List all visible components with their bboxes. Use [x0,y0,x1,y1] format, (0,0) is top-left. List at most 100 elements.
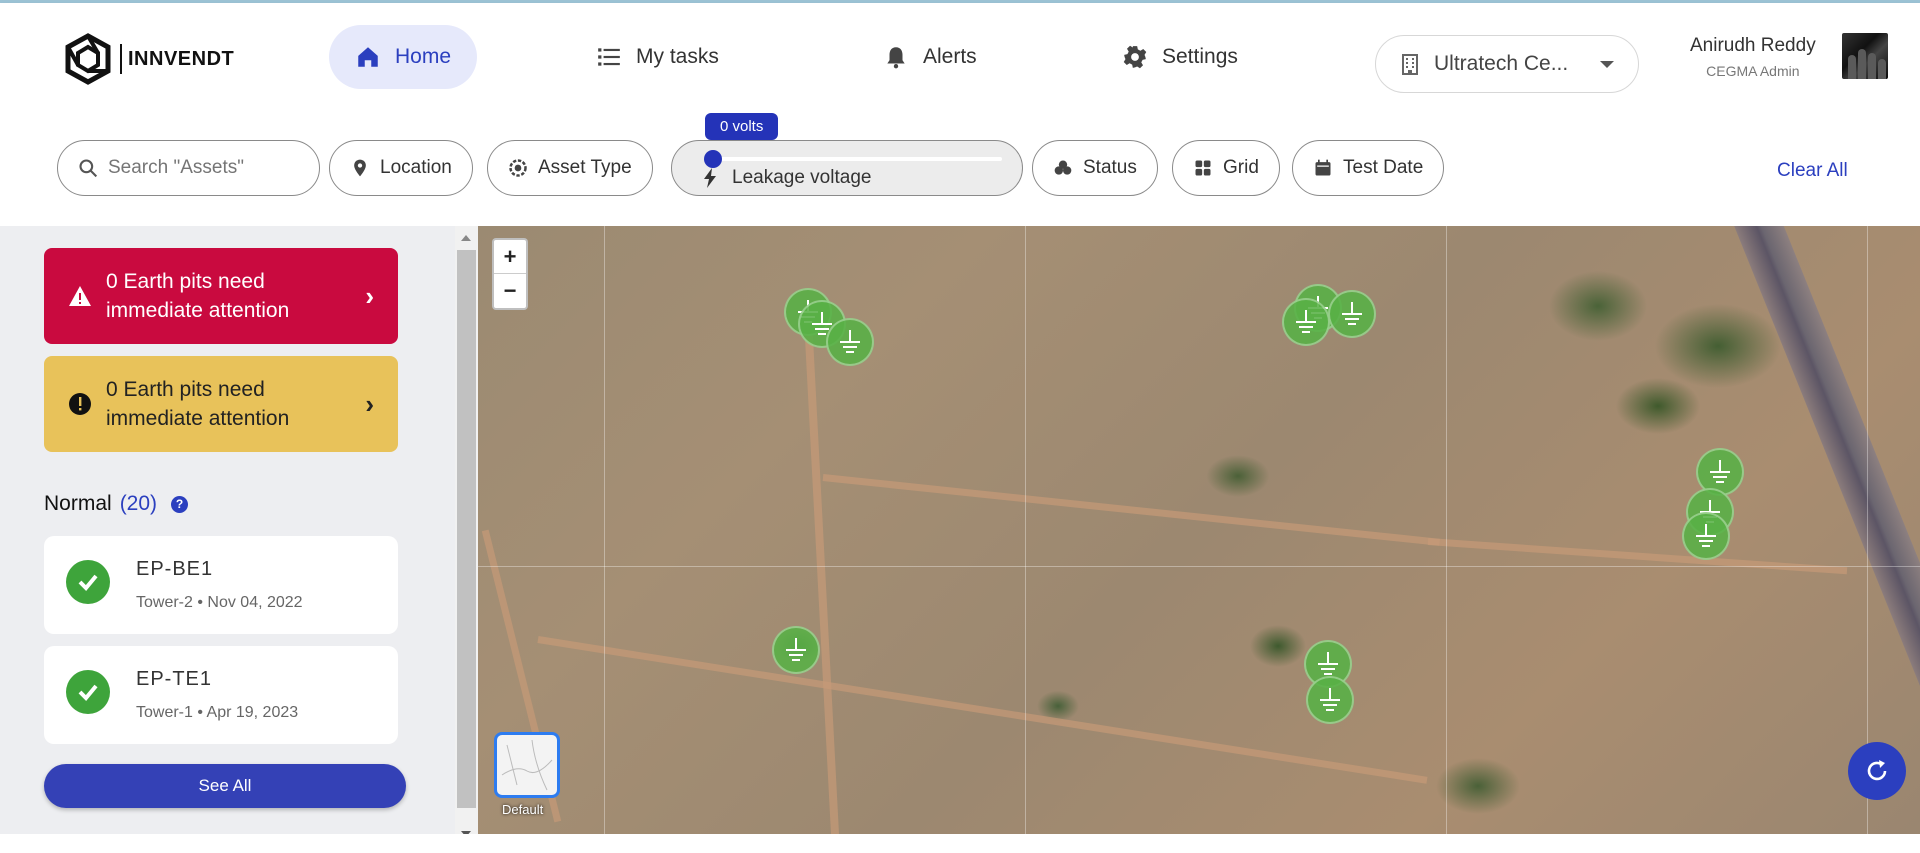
earth-ground-icon [1696,524,1716,547]
check-circle-icon [66,670,110,714]
home-icon [358,47,378,67]
critical-alert-card[interactable]: 0 Earth pits need immediate attention › [44,248,398,344]
warning-alert-card[interactable]: 0 Earth pits need immediate attention › [44,356,398,452]
organization-select-value: Ultratech Ce... [1434,52,1569,75]
zoom-out-button[interactable]: − [494,274,526,308]
search-icon [79,159,98,178]
asset-type-filter-label: Asset Type [538,157,632,178]
asset-type-icon [509,159,527,177]
slider-track[interactable] [712,157,1002,161]
pit-meta: Tower-1 • Apr 19, 2023 [136,704,299,721]
logo-mark-icon [65,33,111,85]
earth-ground-icon [786,638,806,661]
logo-divider [120,44,122,74]
map-layer-label: Default [502,802,544,817]
asset-type-filter[interactable]: Asset Type [487,140,653,196]
building-icon [1402,54,1418,75]
earth-ground-icon [1710,460,1730,483]
help-icon[interactable]: ? [171,495,189,513]
earth-pit-marker[interactable] [1328,290,1376,338]
map-thumbnail-icon [501,739,553,791]
lightning-icon [704,168,716,188]
slider-value-tooltip: 0 volts [705,113,779,140]
bell-icon [887,47,905,69]
slider-label: Leakage voltage [702,167,871,189]
list-icon [598,48,620,66]
bottom-strip [0,834,1920,853]
map-layer-switcher[interactable] [494,732,560,798]
list-item[interactable]: EP-BE1 Tower-2 • Nov 04, 2022 [44,536,398,634]
earth-ground-icon [1320,688,1340,711]
nav-alerts[interactable]: Alerts [857,25,1003,89]
grid-filter-label: Grid [1223,157,1259,178]
pit-id: EP-BE1 [136,558,214,580]
status-filter[interactable]: Status [1032,140,1158,196]
pit-id: EP-TE1 [136,668,213,690]
zoom-control: + − [492,238,528,310]
nav-settings-label: Settings [1162,45,1238,68]
satellite-map[interactable]: + − Default [478,226,1920,834]
scrollbar-thumb[interactable] [457,250,476,808]
clear-all-link[interactable]: Clear All [1777,160,1848,182]
zoom-in-button[interactable]: + [494,240,526,274]
user-info[interactable]: Anirudh Reddy CEGMA Admin [1690,35,1816,79]
earth-pit-marker[interactable] [1682,512,1730,560]
sidebar-scrollbar[interactable] [455,226,478,853]
status-filter-label: Status [1083,157,1137,178]
chevron-right-icon: › [365,280,374,311]
avatar[interactable] [1842,33,1888,79]
location-filter-label: Location [380,157,452,178]
organization-select[interactable]: Ultratech Ce... [1375,35,1639,93]
earth-pit-marker[interactable] [772,626,820,674]
see-all-button[interactable]: See All [44,764,406,808]
earth-ground-icon [840,330,860,353]
scroll-up-arrow-icon[interactable] [461,235,471,241]
map-road [537,636,1428,784]
earth-pit-marker[interactable] [1306,676,1354,724]
chevron-down-icon [1600,60,1614,68]
pit-meta: Tower-2 • Nov 04, 2022 [136,594,303,611]
nav-home[interactable]: Home [329,25,478,89]
map-road [804,336,840,834]
map-road [1427,538,1848,575]
user-name: Anirudh Reddy [1690,35,1816,56]
grid-filter[interactable]: Grid [1172,140,1280,196]
status-icon [1054,160,1072,175]
check-circle-icon [66,560,110,604]
app-header: INNVENDT Home My tasks Alerts Settings U… [0,3,1920,112]
search-input[interactable] [108,157,298,179]
chevron-right-icon: › [365,388,374,419]
location-filter[interactable]: Location [329,140,473,196]
nav-settings[interactable]: Settings [1096,25,1264,89]
grid-icon [1195,160,1211,176]
normal-label: Normal [44,492,112,515]
leakage-voltage-slider[interactable]: 0 volts Leakage voltage [671,113,1023,196]
earth-pit-marker[interactable] [1282,298,1330,346]
normal-section-header: Normal (20) ? [44,492,189,516]
warning-triangle-icon [69,286,91,306]
slider-label-text: Leakage voltage [732,167,872,188]
normal-count: (20) [119,492,158,515]
map-road [822,474,1440,546]
test-date-filter-label: Test Date [1343,157,1424,178]
filter-bar: Location Asset Type 0 volts Leakage volt… [0,112,1920,226]
brand-logo[interactable]: INNVENDT [62,33,234,85]
refresh-icon [1867,760,1887,781]
exclamation-circle-icon [69,393,91,415]
list-item[interactable]: EP-TE1 Tower-1 • Apr 19, 2023 [44,646,398,744]
map-highway [1718,226,1920,834]
earth-pit-marker[interactable] [826,318,874,366]
refresh-button[interactable] [1848,742,1906,800]
sidebar: 0 Earth pits need immediate attention › … [0,226,478,853]
critical-alert-text: 0 Earth pits need immediate attention [106,270,290,322]
brand-name: INNVENDT [128,47,235,70]
gear-icon [1123,45,1147,69]
slider-thumb[interactable] [704,150,722,168]
nav-my-tasks-label: My tasks [636,45,719,68]
test-date-filter[interactable]: Test Date [1292,140,1445,196]
nav-home-label: Home [395,45,452,68]
search-box[interactable] [57,140,320,196]
warning-alert-text: 0 Earth pits need immediate attention [106,378,290,430]
nav-my-tasks[interactable]: My tasks [570,25,745,89]
location-pin-icon [354,159,366,177]
